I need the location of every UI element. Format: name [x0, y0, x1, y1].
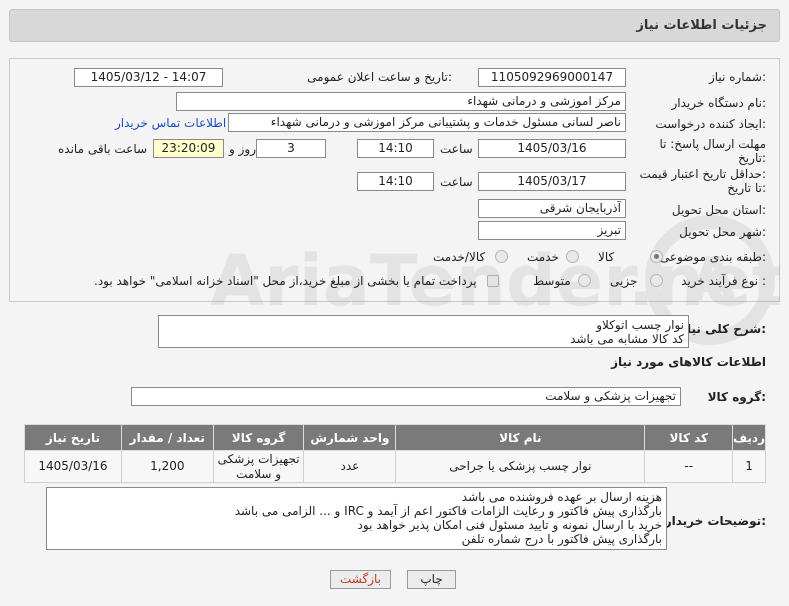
cell-code: --	[644, 450, 734, 483]
category-option-both: کالا/خدمت	[433, 250, 486, 264]
buyer-org-label: نام دستگاه خریدار:	[671, 96, 767, 110]
category-option-service: خدمت	[527, 250, 559, 264]
buyer-notes-label: توضیحات خریدار:	[664, 514, 766, 528]
goods-group-label: گروه کالا:	[707, 390, 766, 404]
process-radio-minor[interactable]	[650, 274, 663, 287]
reply-deadline-label-2: تاریخ:	[738, 151, 766, 165]
reply-date-field: 1405/03/16	[478, 139, 626, 158]
price-validity-time-label: ساعت	[440, 175, 473, 189]
table-header-row: ردیف کد کالا نام کالا واحد شمارش گروه کا…	[24, 424, 766, 451]
remaining-time-field: 23:20:09	[153, 139, 224, 158]
province-field: آذربایجان شرقی	[478, 199, 626, 218]
page-title: جزئیات اطلاعات نیاز	[636, 18, 767, 33]
price-validity-time-field: 14:10	[357, 172, 434, 191]
col-row: ردیف	[732, 424, 766, 451]
buyer-org-field: مرکز اموزشی و درمانی شهداء	[176, 92, 626, 111]
items-table: ردیف کد کالا نام کالا واحد شمارش گروه کا…	[24, 424, 766, 483]
cell-qty: 1,200	[120, 450, 214, 483]
table-row[interactable]: 1 -- نوار چسب پزشکی یا جراحی عدد تجهیزات…	[24, 450, 766, 483]
process-option-medium: متوسط	[533, 274, 571, 288]
category-radio-service[interactable]	[566, 250, 579, 263]
buyer-notes-textarea[interactable]: هزینه ارسال بر عهده فروشنده می باشد بارگ…	[46, 487, 667, 550]
print-button[interactable]: چاپ	[407, 570, 456, 589]
process-radio-medium[interactable]	[578, 274, 591, 287]
cell-name: نوار چسب پزشکی یا جراحی	[395, 450, 646, 483]
days-label: روز و	[229, 142, 256, 156]
treasury-checkbox[interactable]	[487, 275, 499, 287]
goods-group-field: تجهیزات پزشکی و سلامت	[131, 387, 681, 406]
remaining-label: ساعت باقی مانده	[58, 142, 148, 156]
price-validity-date-field: 1405/03/17	[478, 172, 626, 191]
category-label: طبقه بندی موضوعی:	[659, 250, 766, 264]
city-label: شهر محل تحویل:	[679, 225, 766, 239]
announce-label: تاریخ و ساعت اعلان عمومی:	[307, 70, 452, 84]
need-number-field: 1105092969000147	[478, 68, 626, 87]
reply-time-label: ساعت	[440, 142, 473, 156]
goods-info-title: اطلاعات کالاهای مورد نیاز	[611, 355, 766, 369]
category-option-goods: کالا	[598, 250, 615, 264]
days-field: 3	[256, 139, 326, 158]
back-button[interactable]: بازگشت	[330, 570, 391, 589]
requester-label: ایجاد کننده درخواست:	[655, 117, 766, 131]
cell-row: 1	[732, 450, 766, 483]
process-option-minor: جزیی	[610, 274, 638, 288]
reply-time-field: 14:10	[357, 139, 434, 158]
col-unit: واحد شمارش	[303, 424, 397, 451]
summary-label: شرح کلی نیاز:	[680, 322, 766, 336]
cell-date: 1405/03/16	[24, 450, 122, 483]
col-date: تاریخ نیاز	[24, 424, 122, 451]
col-name: نام کالا	[395, 424, 646, 451]
buyer-contact-link[interactable]: اطلاعات تماس خریدار	[115, 116, 226, 130]
category-radio-goods[interactable]	[650, 250, 663, 263]
col-qty: تعداد / مقدار	[120, 424, 214, 451]
need-number-label: شماره نیاز:	[708, 70, 766, 84]
col-group: گروه کالا	[212, 424, 305, 451]
process-label: نوع فرآیند خرید :	[681, 274, 766, 288]
announce-field: 1405/03/12 - 14:07	[74, 68, 223, 87]
col-code: کد کالا	[644, 424, 734, 451]
reply-deadline-label-1: مهلت ارسال پاسخ: تا	[659, 137, 766, 151]
city-field: تبریز	[478, 221, 626, 240]
cell-group: تجهیزات پزشکی و سلامت	[212, 450, 305, 483]
summary-textarea[interactable]: نوار چسب اتوکلاو کد کالا مشابه می باشد	[158, 315, 689, 348]
treasury-note: پرداخت تمام یا بخشی از مبلغ خرید،از محل …	[94, 274, 477, 288]
cell-unit: عدد	[303, 450, 397, 483]
price-validity-label-1: حداقل تاریخ اعتبار قیمت:	[639, 167, 766, 181]
requester-field: ناصر لسانی مسئول خدمات و پشتیبانی مرکز ا…	[228, 113, 626, 132]
category-radio-both[interactable]	[495, 250, 508, 263]
province-label: استان محل تحویل:	[671, 203, 766, 217]
page-header: جزئیات اطلاعات نیاز	[9, 9, 780, 42]
price-validity-label-2: تا تاریخ:	[727, 181, 766, 195]
